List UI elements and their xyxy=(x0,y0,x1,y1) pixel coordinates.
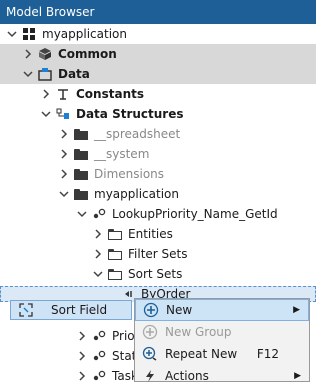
chevron-down-icon[interactable] xyxy=(58,188,70,200)
tree-item-filter-sets[interactable]: Filter Sets xyxy=(0,244,316,264)
common-module-icon xyxy=(38,47,52,61)
chevron-right-icon[interactable] xyxy=(92,248,104,260)
chevron-down-icon[interactable] xyxy=(76,208,88,220)
menu-item-label: Repeat New xyxy=(165,347,238,361)
folder-open-icon xyxy=(108,227,122,241)
menu-item-label: New Group xyxy=(165,325,232,339)
constants-icon xyxy=(56,87,70,101)
tree-item-label: Filter Sets xyxy=(128,247,188,261)
chevron-right-icon[interactable] xyxy=(22,48,34,60)
tree-item-label: Sort Sets xyxy=(128,267,183,281)
tree-item-label: Dimensions xyxy=(94,167,165,181)
submenu-arrow-icon: ▶ xyxy=(293,305,300,315)
tree-item-data-structures[interactable]: Data Structures xyxy=(0,104,316,124)
tree-item-entities[interactable]: Entities xyxy=(0,224,316,244)
chevron-right-icon[interactable] xyxy=(92,228,104,240)
chevron-right-icon[interactable] xyxy=(58,128,70,140)
folder-icon xyxy=(74,127,88,141)
new-group-icon xyxy=(135,324,165,340)
tree-item-spreadsheet[interactable]: __spreadsheet xyxy=(0,124,316,144)
structure-icon xyxy=(92,207,106,221)
menu-item-shortcut: F12 xyxy=(256,347,279,361)
tree-item-common[interactable]: Common xyxy=(0,44,316,64)
repeat-new-icon xyxy=(135,346,165,362)
tree-item-label: Data xyxy=(58,67,90,81)
lightning-icon xyxy=(135,369,165,383)
chevron-right-icon[interactable] xyxy=(76,350,88,362)
data-module-icon xyxy=(38,67,52,81)
menu-item-label: New xyxy=(166,303,193,317)
structure-icon xyxy=(92,369,106,383)
tree-item-label: __spreadsheet xyxy=(94,127,181,141)
structure-icon xyxy=(92,329,106,343)
chevron-right-icon[interactable] xyxy=(40,88,52,100)
menu-item-new-group[interactable]: New Group xyxy=(135,321,309,343)
chevron-down-icon[interactable] xyxy=(40,108,52,120)
chevron-right-icon[interactable] xyxy=(58,148,70,160)
chevron-down-icon[interactable] xyxy=(92,268,104,280)
folder-open-icon xyxy=(108,267,122,281)
tree-item-label: Constants xyxy=(76,87,144,101)
menu-item-label: Actions xyxy=(165,369,209,383)
context-menu: New ▶ New Group Repeat New F12 Actions ▶ xyxy=(134,298,310,383)
tree-item-label: myapplication xyxy=(42,27,127,41)
sort-field-label: Sort Field xyxy=(51,303,108,317)
folder-icon xyxy=(74,147,88,161)
sort-field-menu-item[interactable]: Sort Field xyxy=(10,300,132,320)
window-title: Model Browser xyxy=(0,0,316,24)
menu-item-new[interactable]: New ▶ xyxy=(135,299,309,321)
sort-field-icon xyxy=(19,303,33,317)
chevron-right-icon[interactable] xyxy=(76,370,88,382)
submenu-arrow-icon: ▶ xyxy=(294,371,301,381)
folder-icon xyxy=(74,187,88,201)
chevron-down-icon[interactable] xyxy=(22,68,34,80)
tree-item-system[interactable]: __system xyxy=(0,144,316,164)
tree-item-data[interactable]: Data xyxy=(0,64,316,84)
menu-item-repeat-new[interactable]: Repeat New F12 xyxy=(135,343,309,365)
application-icon xyxy=(22,27,36,41)
tree-item-dimensions[interactable]: Dimensions xyxy=(0,164,316,184)
tree-item-label: Common xyxy=(58,47,117,61)
tree-item-label: myapplication xyxy=(94,187,179,201)
chevron-right-icon[interactable] xyxy=(58,168,70,180)
tree-item-label: Data Structures xyxy=(76,107,184,121)
tree-item-label: Entities xyxy=(128,227,173,241)
tree-item-root[interactable]: myapplication xyxy=(0,24,316,44)
tree-item-myapplication-folder[interactable]: myapplication xyxy=(0,184,316,204)
tree-item-label: __system xyxy=(94,147,150,161)
new-icon xyxy=(136,302,166,318)
chevron-down-icon[interactable] xyxy=(6,28,18,40)
chevron-right-icon[interactable] xyxy=(76,330,88,342)
menu-item-actions[interactable]: Actions ▶ xyxy=(135,365,309,387)
folder-icon xyxy=(74,167,88,181)
data-structures-icon xyxy=(56,107,70,121)
tree-item-constants[interactable]: Constants xyxy=(0,84,316,104)
folder-open-icon xyxy=(108,247,122,261)
tree-item-lookup[interactable]: LookupPriority_Name_GetId xyxy=(0,204,316,224)
structure-icon xyxy=(92,349,106,363)
tree-item-label: LookupPriority_Name_GetId xyxy=(112,207,278,221)
tree-item-sort-sets[interactable]: Sort Sets xyxy=(0,264,316,284)
